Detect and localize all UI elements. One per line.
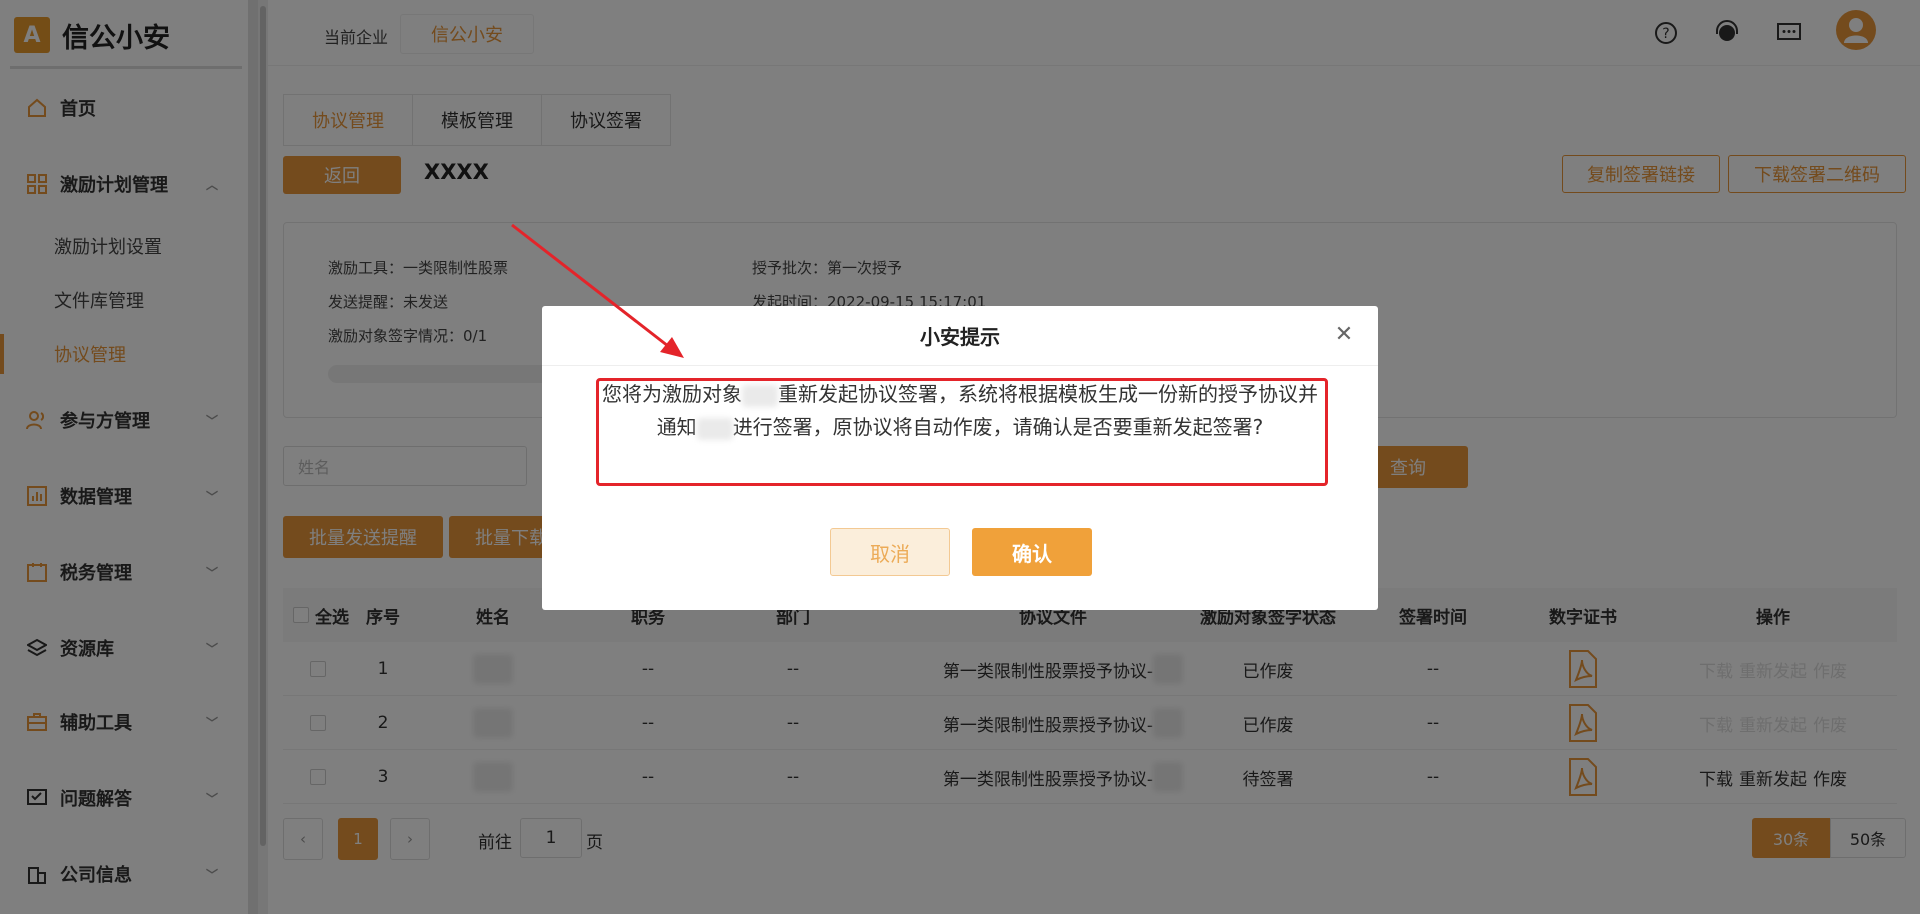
close-icon[interactable]: ✕ [1332, 322, 1356, 347]
annotation-highlight-box [596, 378, 1328, 486]
confirm-button[interactable]: 确认 [972, 528, 1092, 576]
dialog-title: 小安提示 [542, 306, 1378, 366]
cancel-button[interactable]: 取消 [830, 528, 950, 576]
confirm-dialog: 小安提示 ✕ 您将为激励对象 重新发起协议签署，系统将根据模板生成一份新的授予协议… [542, 306, 1378, 610]
